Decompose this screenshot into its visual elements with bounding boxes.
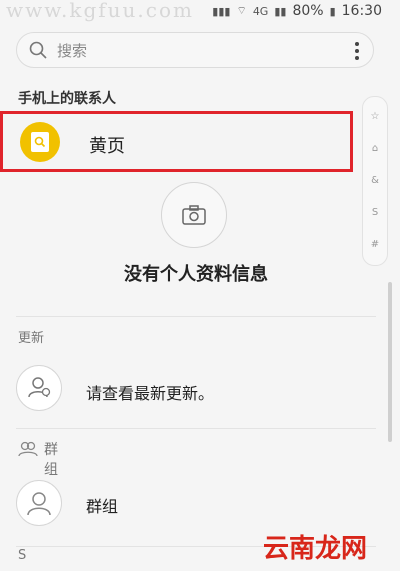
network-signal-icon: ▮▮ — [274, 4, 287, 18]
updates-avatar — [16, 365, 62, 411]
yellow-pages-icon — [20, 122, 60, 162]
group-item[interactable]: 群组 — [86, 493, 118, 517]
search-placeholder: 搜索 — [57, 42, 88, 60]
camera-icon — [182, 205, 206, 225]
signal-icon: ▮▮▮ — [212, 4, 231, 18]
index-s[interactable]: S — [363, 207, 387, 218]
section-groups: 群组 — [44, 442, 58, 478]
network-4g-icon: 4G — [252, 4, 269, 18]
index-home[interactable]: ⌂ — [363, 143, 387, 154]
person-silhouette-icon — [27, 492, 51, 516]
section-phone-contacts: 手机上的联系人 — [18, 91, 116, 107]
status-bar: www.kgfuu.com ▮▮▮ ⌔ 4G ▮▮ 80% ▮ 16:30 — [0, 0, 400, 22]
contact-yellow-pages-label: 黄页 — [89, 136, 125, 157]
site-logo: 云南龙网 — [263, 534, 368, 564]
battery-percent: 80% — [292, 3, 324, 19]
no-profile-text: 没有个人资料信息 — [124, 264, 268, 285]
battery-icon: ▮ — [329, 4, 336, 18]
section-updates: 更新 — [18, 331, 45, 346]
search-icon — [29, 41, 47, 59]
check-updates-item[interactable]: 请查看最新更新。 — [86, 380, 214, 404]
section-s: S — [18, 548, 27, 563]
groups-icon — [18, 441, 38, 457]
divider — [16, 428, 376, 429]
index-favorites[interactable]: ☆ — [363, 111, 387, 122]
index-hash[interactable]: # — [363, 239, 387, 250]
group-avatar — [16, 480, 62, 526]
alphabet-index[interactable]: ☆ ⌂ & S # — [362, 96, 388, 266]
watermark-text: www.kgfuu.com — [6, 0, 194, 22]
profile-photo-button[interactable] — [161, 182, 227, 248]
divider — [16, 316, 376, 317]
wifi-icon: ⌔ — [236, 4, 247, 17]
index-ampersand[interactable]: & — [363, 175, 387, 186]
more-options-icon[interactable] — [355, 42, 359, 60]
search-bar[interactable]: 搜索 — [16, 32, 374, 68]
person-update-icon — [28, 377, 51, 398]
clock: 16:30 — [341, 3, 382, 19]
contact-yellow-pages[interactable]: 黄页 — [0, 111, 353, 172]
scrollbar[interactable] — [388, 282, 392, 442]
